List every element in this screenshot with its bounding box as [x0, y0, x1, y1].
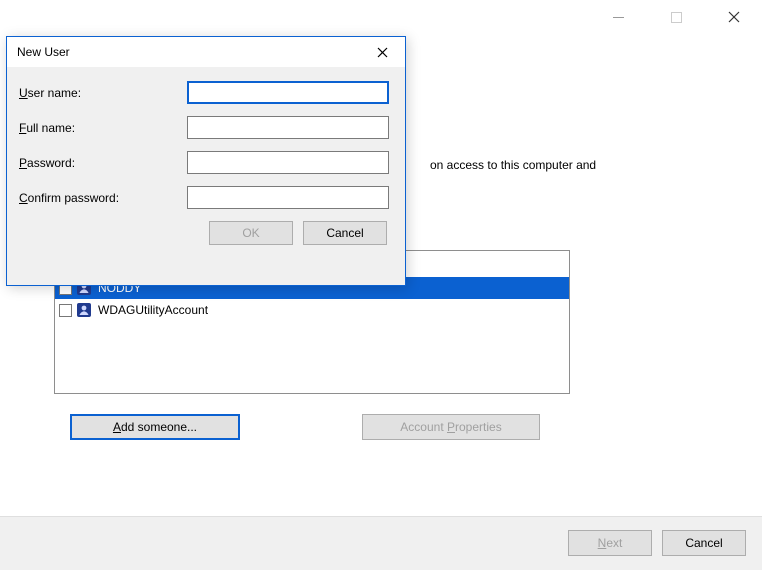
mnemonic: C — [19, 191, 28, 205]
cancel-button[interactable]: Cancel — [303, 221, 387, 245]
dialog-title: New User — [17, 45, 70, 59]
label-rest: ser name: — [28, 86, 81, 100]
mnemonic: P — [447, 420, 455, 434]
maximize-icon[interactable] — [656, 3, 696, 31]
next-button: Next — [568, 530, 652, 556]
fullname-input[interactable] — [187, 116, 389, 139]
username-label: User name: — [19, 86, 187, 100]
password-label: Password: — [19, 156, 187, 170]
form-row-fullname: Full name: — [19, 116, 393, 139]
form-row-password: Password: — [19, 151, 393, 174]
fullname-label: Full name: — [19, 121, 187, 135]
dialog-body: User name: Full name: Password: Confirm … — [7, 67, 405, 255]
form-row-username: User name: — [19, 81, 393, 104]
ok-button: OK — [209, 221, 293, 245]
dialog-titlebar[interactable]: New User — [7, 37, 405, 67]
confirm-password-label: Confirm password: — [19, 191, 187, 205]
add-someone-label: Add someone... — [113, 420, 197, 434]
username-input[interactable] — [187, 81, 389, 104]
parent-titlebar — [0, 0, 762, 34]
next-label: Next — [598, 536, 623, 550]
user-name-label: WDAGUtilityAccount — [96, 303, 208, 317]
cancel-button[interactable]: Cancel — [662, 530, 746, 556]
dialog-buttons: OK Cancel — [19, 221, 393, 245]
ok-label: OK — [242, 226, 259, 240]
label-rest: ull name: — [26, 121, 75, 135]
checkbox[interactable] — [59, 304, 72, 317]
cancel-label: Cancel — [326, 226, 363, 240]
label-rest: assword: — [27, 156, 75, 170]
mnemonic: A — [113, 420, 121, 434]
label-rest: onfirm password: — [28, 191, 119, 205]
mnemonic: U — [19, 86, 28, 100]
minimize-icon[interactable] — [598, 3, 638, 31]
close-icon[interactable] — [365, 40, 399, 64]
label-rest: ext — [606, 536, 622, 550]
account-properties-button: Account Properties — [362, 414, 540, 440]
password-input[interactable] — [187, 151, 389, 174]
helper-text: on access to this computer and — [430, 158, 596, 172]
close-icon[interactable] — [714, 3, 754, 31]
account-properties-label: Account Properties — [400, 420, 501, 434]
confirm-password-input[interactable] — [187, 186, 389, 209]
label-rest: dd someone... — [121, 420, 197, 434]
label-prefix: Account — [400, 420, 447, 434]
label-rest: roperties — [455, 420, 502, 434]
list-item[interactable]: WDAGUtilityAccount — [55, 299, 569, 321]
cancel-label: Cancel — [685, 536, 722, 550]
new-user-dialog: New User User name: Full name: Password:… — [6, 36, 406, 286]
user-icon — [76, 302, 92, 318]
form-row-confirm: Confirm password: — [19, 186, 393, 209]
stage: on access to this computer and NODDY WDA… — [0, 0, 762, 570]
mnemonic: P — [19, 156, 27, 170]
add-someone-button[interactable]: Add someone... — [70, 414, 240, 440]
